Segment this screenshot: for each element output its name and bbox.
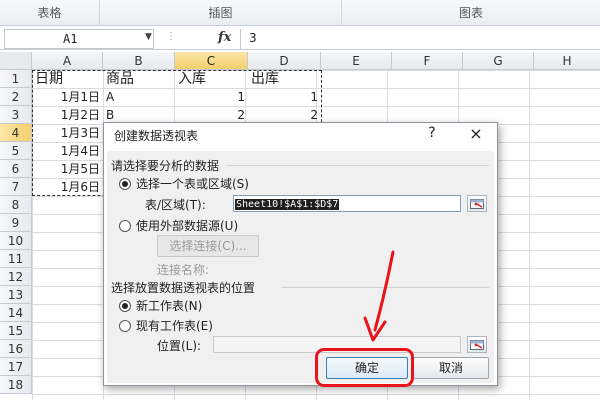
location-input[interactable] xyxy=(213,336,461,353)
row-header[interactable]: 14 xyxy=(0,304,32,322)
name-box[interactable]: A1 xyxy=(4,29,154,49)
cell-d1[interactable]: 出库 xyxy=(248,70,321,88)
radio-unselected-indicator[interactable] xyxy=(119,219,131,232)
ribbon-group-tables[interactable]: 表格 xyxy=(0,0,100,26)
row-header[interactable]: 4 xyxy=(0,124,32,142)
row-header[interactable]: 8 xyxy=(0,196,32,214)
row-header[interactable]: 12 xyxy=(0,268,32,286)
radio-external-source[interactable]: 使用外部数据源(U) xyxy=(119,217,238,234)
section-divider xyxy=(281,287,489,288)
column-header-c[interactable]: C xyxy=(175,52,248,70)
radio-select-table-range[interactable]: 选择一个表或区域(S) xyxy=(119,175,249,192)
chevron-down-icon[interactable]: ▼ xyxy=(145,32,152,42)
section-analyze-data-label: 请选择要分析的数据 xyxy=(111,159,220,173)
row-header[interactable]: 7 xyxy=(0,178,32,196)
radio-unselected-indicator[interactable] xyxy=(119,319,131,332)
section-divider xyxy=(227,165,489,166)
radio-new-worksheet[interactable]: 新工作表(N) xyxy=(119,297,202,314)
row-header[interactable]: 5 xyxy=(0,142,32,160)
ok-button[interactable]: 确定 xyxy=(326,357,408,379)
cancel-button[interactable]: 取消 xyxy=(413,357,489,379)
create-pivot-table-dialog: 创建数据透视表 ? × 请选择要分析的数据 选择一个表或区域(S) 表/区域(T… xyxy=(103,122,498,386)
radio-select-table-range-label: 选择一个表或区域(S) xyxy=(136,177,249,191)
column-header-g[interactable]: G xyxy=(463,52,534,70)
help-icon[interactable]: ? xyxy=(422,125,442,141)
column-header-a[interactable]: A xyxy=(32,52,103,70)
section-location-label: 选择放置数据透视表的位置 xyxy=(111,281,256,295)
formula-bar: A1 ▼ ⋮ fx 3 xyxy=(0,28,600,50)
row-header[interactable]: 15 xyxy=(0,322,32,340)
cell-b1[interactable]: 商品 xyxy=(103,70,175,88)
radio-new-worksheet-label: 新工作表(N) xyxy=(136,299,203,313)
location-label: 位置(L): xyxy=(157,339,202,353)
cell-b2[interactable]: A xyxy=(103,88,175,106)
cell-a7[interactable]: 1月6日 xyxy=(32,178,103,196)
row-header[interactable]: 11 xyxy=(0,250,32,268)
row-header[interactable]: 13 xyxy=(0,286,32,304)
cell-a2[interactable]: 1月1日 xyxy=(32,88,103,106)
cell-a4[interactable]: 1月3日 xyxy=(32,124,103,142)
cell-d2[interactable]: 1 xyxy=(248,88,321,106)
row-header[interactable]: 2 xyxy=(0,88,32,106)
row-header[interactable]: 16 xyxy=(0,340,32,358)
column-header-h[interactable]: H xyxy=(534,52,600,70)
column-header-e[interactable]: E xyxy=(321,52,392,70)
cell-a6[interactable]: 1月5日 xyxy=(32,160,103,178)
row-header[interactable]: 10 xyxy=(0,232,32,250)
column-header-b[interactable]: B xyxy=(103,52,175,70)
radio-external-source-label: 使用外部数据源(U) xyxy=(136,219,239,233)
insert-function-icon[interactable]: fx xyxy=(218,30,231,45)
range-picker-icon xyxy=(470,339,484,350)
ribbon-group-charts[interactable]: 图表 xyxy=(342,0,600,26)
ribbon-group-illustrations[interactable]: 插图 xyxy=(100,0,342,26)
cell-c1[interactable]: 入库 xyxy=(175,70,248,88)
radio-selected-indicator[interactable] xyxy=(119,299,131,312)
location-picker-button[interactable] xyxy=(467,336,487,353)
cell-a1[interactable]: 日期 xyxy=(32,70,103,88)
row-header[interactable]: 17 xyxy=(0,358,32,376)
ribbon: 表格 插图 图表 xyxy=(0,0,600,26)
table-range-input[interactable]: Sheet10!$A$1:$D$7 xyxy=(233,195,461,212)
table-range-label: 表/区域(T): xyxy=(145,198,206,212)
drag-handle-icon[interactable]: ⋮ xyxy=(166,31,177,42)
select-all-corner[interactable] xyxy=(0,52,32,70)
formula-input[interactable]: 3 xyxy=(240,29,598,49)
row-header[interactable]: 1 xyxy=(0,70,32,88)
cell-a3[interactable]: 1月2日 xyxy=(32,106,103,124)
row-header[interactable]: 18 xyxy=(0,376,32,394)
row-header[interactable]: 6 xyxy=(0,160,32,178)
choose-connection-button[interactable]: 选择连接(C)... xyxy=(157,235,259,257)
row-header[interactable]: 3 xyxy=(0,106,32,124)
close-icon[interactable]: × xyxy=(464,124,488,143)
row-header[interactable]: 9 xyxy=(0,214,32,232)
cell-a5[interactable]: 1月4日 xyxy=(32,142,103,160)
range-picker-button[interactable] xyxy=(467,195,487,212)
connection-name-label: 连接名称: xyxy=(157,263,210,277)
radio-selected-indicator[interactable] xyxy=(119,177,131,190)
dialog-body: 请选择要分析的数据 选择一个表或区域(S) 表/区域(T): Sheet10!$… xyxy=(107,151,494,383)
radio-existing-worksheet[interactable]: 现有工作表(E) xyxy=(119,317,213,334)
range-picker-icon xyxy=(470,198,484,209)
table-range-value: Sheet10!$A$1:$D$7 xyxy=(235,199,340,210)
radio-existing-worksheet-label: 现有工作表(E) xyxy=(136,319,213,333)
column-header-f[interactable]: F xyxy=(392,52,463,70)
cell-c2[interactable]: 1 xyxy=(175,88,248,106)
column-header-d[interactable]: D xyxy=(248,52,321,70)
